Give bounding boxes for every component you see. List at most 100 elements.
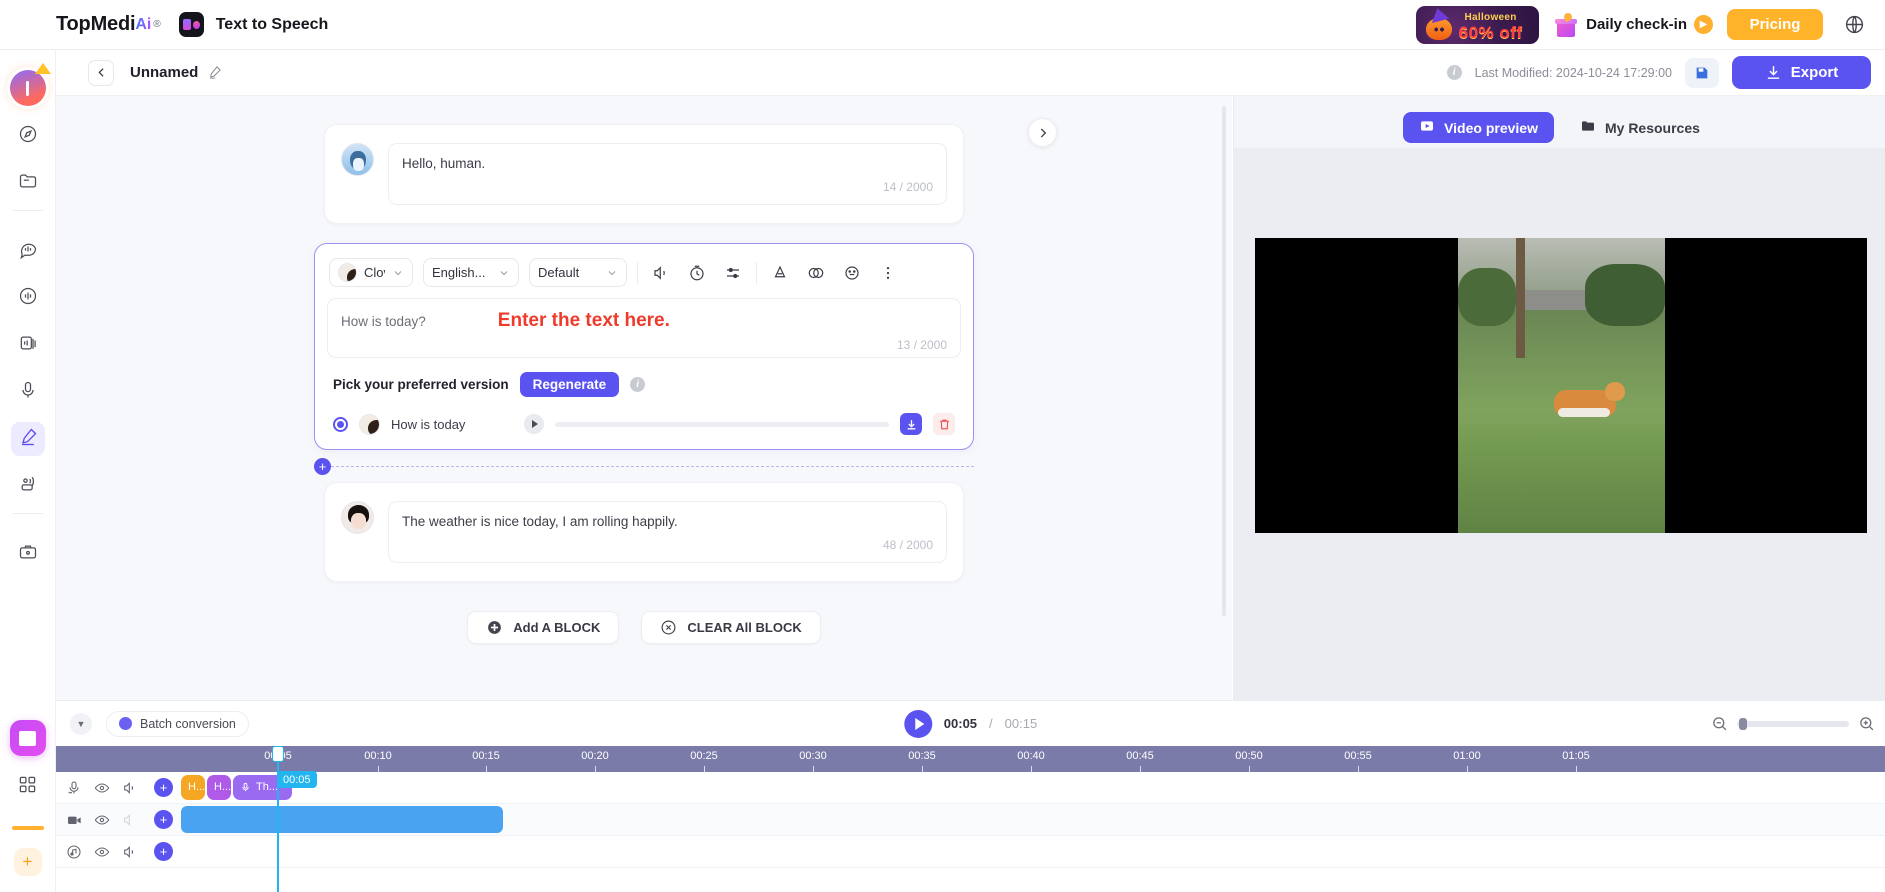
export-button[interactable]: Export — [1732, 56, 1871, 89]
version-item[interactable]: How is today — [327, 413, 961, 435]
more-options-icon[interactable] — [875, 260, 901, 286]
video-lane[interactable] — [181, 804, 1885, 836]
text-block[interactable]: Hello, human. 14 / 2000 — [324, 124, 964, 224]
voice-lane[interactable]: H... H... Th... — [181, 772, 1885, 804]
add-music-clip-button[interactable]: + — [154, 842, 173, 861]
video-track-icon[interactable] — [66, 812, 82, 828]
timeline-zoom-controls — [1711, 715, 1875, 732]
timeline-ruler[interactable]: 00:05 00:10 00:15 00:20 00:25 00:30 00:3… — [56, 746, 1885, 772]
editor-scrollbar[interactable] — [1222, 106, 1226, 616]
char-counter: 13 / 2000 — [896, 338, 947, 352]
info-icon[interactable]: i — [1446, 65, 1462, 80]
language-selector[interactable]: English... — [423, 258, 519, 287]
pencil-icon[interactable] — [207, 65, 222, 80]
selected-text-input[interactable]: How is today? Enter the text here. 13 / … — [327, 298, 961, 358]
volume-icon[interactable] — [648, 260, 674, 286]
ruler-tick-label: 00:50 — [1235, 750, 1263, 762]
speed-icon[interactable] — [684, 260, 710, 286]
version-radio[interactable] — [333, 416, 348, 432]
avatar[interactable] — [341, 143, 374, 176]
zoom-slider[interactable] — [1737, 717, 1849, 730]
download-icon — [1767, 66, 1779, 79]
tab-my-resources[interactable]: My Resources — [1564, 112, 1716, 143]
download-version-button[interactable] — [900, 413, 922, 435]
eye-icon[interactable] — [94, 812, 110, 828]
add-voice-clip-button[interactable]: + — [154, 778, 173, 797]
regenerate-button[interactable]: Regenerate — [519, 372, 620, 397]
text-input[interactable]: Hello, human. 14 / 2000 — [388, 143, 947, 205]
project-name[interactable]: Unnamed — [130, 64, 198, 81]
halloween-promo-banner[interactable]: Halloween 60% off — [1416, 5, 1540, 44]
style-selector[interactable]: Default — [529, 258, 627, 287]
daily-checkin-button[interactable]: Daily check-in ▶ — [1553, 11, 1713, 38]
tab-video-preview[interactable]: Video preview — [1403, 112, 1554, 143]
eye-icon[interactable] — [94, 780, 110, 796]
video-icon — [1419, 118, 1435, 137]
sidebar-item-text-to-speech[interactable] — [10, 422, 45, 456]
batch-conversion-button[interactable]: Batch conversion — [106, 710, 249, 737]
pricing-button[interactable]: Pricing — [1727, 9, 1823, 40]
text-block-value: Hello, human. — [402, 156, 486, 171]
app-title: Text to Speech — [215, 15, 329, 33]
brand[interactable]: TopMedi Ai ® Text to Speech — [56, 12, 328, 37]
text-block-selected[interactable]: Clove English... Default — [314, 243, 974, 450]
sidebar-item-explore[interactable] — [11, 119, 45, 153]
audio-progress-bar[interactable] — [555, 421, 889, 427]
style-selector-label: Default — [538, 265, 580, 280]
text-block[interactable]: The weather is nice today, I am rolling … — [324, 482, 964, 582]
equalizer-icon[interactable] — [720, 260, 746, 286]
play-button[interactable] — [903, 709, 932, 738]
collapse-timeline-button[interactable]: ▼ — [70, 712, 92, 735]
volume-icon[interactable] — [122, 844, 138, 860]
ruler-tick-label: 00:45 — [1126, 750, 1154, 762]
add-block-button[interactable]: Add A BLOCK — [467, 611, 620, 644]
video-player[interactable] — [1255, 238, 1867, 533]
sidebar-item-files[interactable] — [11, 166, 45, 200]
timeline-clip[interactable]: H... — [207, 774, 231, 800]
sidebar-item-add-new[interactable]: + — [13, 848, 42, 876]
text-input[interactable]: The weather is nice today, I am rolling … — [388, 501, 947, 563]
add-video-clip-button[interactable]: + — [154, 810, 173, 829]
globe-icon[interactable] — [1837, 8, 1871, 42]
total-time: 00:15 — [1004, 716, 1038, 731]
clear-all-blocks-button[interactable]: CLEAR All BLOCK — [641, 611, 821, 644]
avatar[interactable] — [341, 501, 374, 534]
sidebar-item-voice-recorder[interactable] — [11, 375, 45, 409]
zoom-slider-handle[interactable] — [1739, 717, 1747, 730]
sidebar-item-workspace[interactable] — [11, 537, 45, 571]
save-button[interactable] — [1685, 57, 1719, 88]
emphasis-icon[interactable] — [803, 260, 829, 286]
sidebar-item-apps-grid[interactable] — [11, 770, 45, 804]
sidebar-item-voice-chat[interactable] — [11, 234, 45, 268]
sidebar-item-media-library[interactable] — [11, 328, 45, 362]
sidebar-item-voice-changer[interactable] — [11, 469, 45, 503]
volume-muted-icon[interactable] — [122, 812, 138, 828]
emotion-icon[interactable] — [839, 260, 865, 286]
music-track-icon[interactable] — [66, 844, 82, 860]
volume-icon[interactable] — [122, 780, 138, 796]
sidebar-item-voice-clone[interactable] — [11, 281, 45, 315]
insert-block-button[interactable]: + — [314, 458, 331, 475]
timeline-clip[interactable]: H... — [181, 774, 205, 800]
add-block-label: Add A BLOCK — [513, 620, 601, 635]
collapse-panel-button[interactable] — [1028, 118, 1057, 147]
music-lane[interactable] — [181, 836, 1885, 868]
delete-version-button[interactable] — [933, 413, 955, 435]
play-version-button[interactable] — [524, 414, 544, 434]
sidebar-item-user-avatar[interactable] — [9, 63, 51, 106]
info-icon[interactable]: i — [630, 377, 646, 392]
mic-track-icon[interactable] — [66, 780, 82, 796]
toolbar-divider — [637, 261, 638, 284]
pronunciation-icon[interactable] — [767, 260, 793, 286]
chevron-down-icon — [498, 267, 510, 279]
brand-ai: Ai — [135, 15, 152, 33]
sidebar-item-calendar-promo[interactable] — [9, 720, 46, 756]
eye-icon[interactable] — [94, 844, 110, 860]
zoom-in-icon[interactable] — [1858, 715, 1875, 732]
playhead-handle[interactable] — [272, 746, 284, 762]
back-button[interactable] — [88, 59, 114, 86]
voice-selector[interactable]: Clove — [329, 258, 413, 287]
playhead[interactable]: 00:05 — [272, 746, 317, 892]
zoom-out-icon[interactable] — [1711, 715, 1728, 732]
timeline-clip-video[interactable] — [181, 805, 503, 833]
